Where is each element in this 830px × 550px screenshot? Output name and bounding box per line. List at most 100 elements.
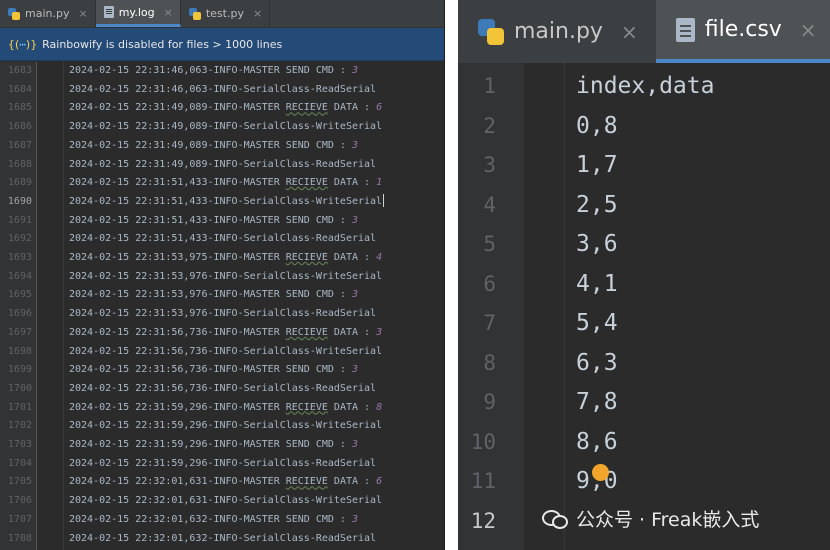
log-line[interactable]: 1701 2024-02-15 22:31:59,296-INFO-MASTER … xyxy=(0,399,444,417)
line-number: 1690 xyxy=(7,195,32,207)
editor-tab-bar: main.py × file.csv × xyxy=(458,0,830,63)
log-text: 2024-02-15 22:31:49,089-INFO-MASTER xyxy=(69,102,286,114)
log-text: 2024-02-15 22:31:53,975-INFO-MASTER xyxy=(69,252,286,263)
log-text: 2024-02-15 22:32:01,631-INFO-SerialClass… xyxy=(69,495,383,507)
tab-label: main.py xyxy=(514,19,603,44)
log-line[interactable]: 1697 2024-02-15 22:31:56,736-INFO-MASTER … xyxy=(0,324,444,342)
line-number: 1686 xyxy=(7,121,32,133)
log-text: 2024-02-15 22:32:01,631-INFO-MASTER xyxy=(69,476,286,488)
csv-line-text: 2,5 xyxy=(576,191,618,218)
log-line[interactable]: 1694 2024-02-15 22:31:53,976-INFO-SerialC… xyxy=(0,268,444,286)
line-number: 9 xyxy=(483,390,496,414)
csv-line-text: 8,6 xyxy=(576,428,618,455)
csv-line-text: 5,4 xyxy=(576,310,618,336)
csv-line[interactable]: 5 3,6 xyxy=(458,225,830,265)
log-line-text: 2024-02-15 22:31:56,736-INFO-MASTER SEND… xyxy=(69,361,358,379)
line-number: 1705 xyxy=(7,476,32,488)
typo-highlight: RECIEVE xyxy=(285,476,328,488)
line-number: 1687 xyxy=(7,139,32,151)
log-text: 2024-02-15 22:31:49,089-INFO-MASTER SEND… xyxy=(69,139,352,151)
log-text: DATA : xyxy=(327,326,377,338)
log-line[interactable]: 1689 2024-02-15 22:31:51,433-INFO-MASTER … xyxy=(0,174,444,192)
csv-line[interactable]: 8 6,3 xyxy=(458,344,830,384)
log-line[interactable]: 1700 2024-02-15 22:31:56,736-INFO-SerialC… xyxy=(0,380,444,398)
close-icon[interactable]: × xyxy=(78,7,87,20)
line-number: 1699 xyxy=(7,364,32,376)
line-number: 1703 xyxy=(7,439,32,450)
log-line[interactable]: 1702 2024-02-15 22:31:59,296-INFO-SerialC… xyxy=(0,417,444,435)
tab-main-py[interactable]: main.py × xyxy=(0,0,96,27)
line-number: 1 xyxy=(483,74,496,98)
tab-my-log[interactable]: my.log × xyxy=(95,0,181,27)
log-line[interactable]: 1699 2024-02-15 22:31:56,736-INFO-MASTER … xyxy=(0,361,444,379)
log-line[interactable]: 1692 2024-02-15 22:31:51,433-INFO-SerialC… xyxy=(0,230,444,248)
csv-line[interactable]: 6 4,1 xyxy=(458,265,830,305)
tab-label: my.log xyxy=(118,5,155,19)
tab-file-csv[interactable]: file.csv × xyxy=(655,0,830,63)
log-line-text: 2024-02-15 22:31:59,296-INFO-SerialClass… xyxy=(69,417,382,435)
tab-main-py[interactable]: main.py × xyxy=(458,0,656,63)
close-icon[interactable]: × xyxy=(621,20,638,44)
log-line[interactable]: 1684 2024-02-15 22:31:46,063-INFO-SerialC… xyxy=(0,81,444,99)
log-editor-pane: main.py × my.log × test.py × {(⋯)} Rainb… xyxy=(0,0,445,550)
line-number: 1691 xyxy=(7,214,32,226)
csv-line[interactable]: 2 0,8 xyxy=(458,107,830,147)
csv-line[interactable]: 7 5,4 xyxy=(458,304,830,344)
typo-highlight: RECIEVE xyxy=(285,102,328,114)
line-number: 1697 xyxy=(7,326,32,338)
log-line[interactable]: 1705 2024-02-15 22:32:01,631-INFO-MASTER … xyxy=(0,473,444,491)
editor-tab-bar: main.py × my.log × test.py × xyxy=(0,0,444,28)
log-line[interactable]: 1703 2024-02-15 22:31:59,296-INFO-MASTER … xyxy=(0,436,444,454)
log-text: 2024-02-15 22:31:51,433-INFO-MASTER SEND… xyxy=(69,214,352,226)
line-number: 5 xyxy=(483,232,496,256)
csv-editor-area[interactable]: 1 index,data 2 0,8 3 1,7 4 2,5 5 3,6 6 4,1 7 5,4 8 6,3 9… xyxy=(458,63,830,550)
line-number: 1701 xyxy=(7,401,32,413)
csv-line[interactable]: 10 8,6 xyxy=(458,423,830,463)
log-line[interactable]: 1698 2024-02-15 22:31:56,736-INFO-SerialC… xyxy=(0,343,444,361)
log-line[interactable]: 1691 2024-02-15 22:31:51,433-INFO-MASTER … xyxy=(0,212,444,230)
log-line[interactable]: 1690 2024-02-15 22:31:51,433-INFO-SerialC… xyxy=(0,193,444,211)
log-line[interactable]: 1685 2024-02-15 22:31:49,089-INFO-MASTER … xyxy=(0,99,444,117)
close-icon[interactable]: × xyxy=(253,7,262,20)
log-line-text: 2024-02-15 22:31:49,089-INFO-SerialClass… xyxy=(69,118,382,136)
close-icon[interactable]: × xyxy=(164,6,173,19)
csv-line[interactable]: 9 7,8 xyxy=(458,383,830,423)
csv-line[interactable]: 1 index,data xyxy=(458,67,830,107)
log-text: 2024-02-15 22:31:56,736-INFO-MASTER xyxy=(69,326,286,338)
line-number: 7 xyxy=(483,311,496,335)
log-line[interactable]: 1704 2024-02-15 22:31:59,296-INFO-SerialC… xyxy=(0,455,444,473)
typo-highlight: RECIEVE xyxy=(285,326,328,338)
log-text: 2024-02-15 22:31:46,063-INFO-MASTER SEND… xyxy=(69,65,352,76)
log-text: DATA : xyxy=(327,476,377,488)
log-line[interactable]: 1693 2024-02-15 22:31:53,975-INFO-MASTER … xyxy=(0,249,444,267)
close-icon[interactable]: × xyxy=(800,18,817,42)
log-line[interactable]: 1686 2024-02-15 22:31:49,089-INFO-SerialC… xyxy=(0,118,444,136)
line-number: 11 xyxy=(470,469,496,493)
log-line[interactable]: 1695 2024-02-15 22:31:53,976-INFO-MASTER … xyxy=(0,286,444,304)
log-line-text: 2024-02-15 22:31:53,976-INFO-SerialClass… xyxy=(69,305,376,323)
lightbulb-icon[interactable] xyxy=(592,464,609,481)
csv-line[interactable]: 3 1,7 xyxy=(458,146,830,186)
log-line-text: 2024-02-15 22:31:49,089-INFO-MASTER RECI… xyxy=(69,99,382,117)
log-line[interactable]: 1706 2024-02-15 22:32:01,631-INFO-SerialC… xyxy=(0,492,444,510)
log-line[interactable]: 1683 2024-02-15 22:31:46,063-INFO-MASTER … xyxy=(0,62,444,80)
line-number: 4 xyxy=(483,192,496,217)
line-number: 1700 xyxy=(7,382,32,394)
tab-test-py[interactable]: test.py × xyxy=(181,0,271,27)
log-editor-area[interactable]: 1683 2024-02-15 22:31:46,063-INFO-MASTER … xyxy=(0,62,444,550)
log-line-text: 2024-02-15 22:31:46,063-INFO-MASTER SEND… xyxy=(69,62,358,80)
log-line[interactable]: 1708 2024-02-15 22:32:01,632-INFO-SerialC… xyxy=(0,530,444,548)
csv-line[interactable]: 4 2,5 xyxy=(458,186,830,226)
line-number: 1692 xyxy=(7,233,32,245)
log-line-text: 2024-02-15 22:32:01,632-INFO-MASTER SEND… xyxy=(69,511,358,529)
log-value: 3 xyxy=(351,65,358,76)
log-line[interactable]: 1687 2024-02-15 22:31:49,089-INFO-MASTER … xyxy=(0,137,444,155)
log-value: 3 xyxy=(351,139,358,151)
log-text: 2024-02-15 22:31:51,433-INFO-SerialClass… xyxy=(69,195,383,207)
log-text: 2024-02-15 22:31:53,976-INFO-MASTER SEND… xyxy=(69,289,352,301)
log-line[interactable]: 1688 2024-02-15 22:31:49,089-INFO-SerialC… xyxy=(0,156,444,174)
line-number: 8 xyxy=(483,350,496,375)
log-line[interactable]: 1707 2024-02-15 22:32:01,632-INFO-MASTER … xyxy=(0,511,444,529)
log-line[interactable]: 1696 2024-02-15 22:31:53,976-INFO-SerialC… xyxy=(0,305,444,323)
csv-line[interactable]: 11 9,0 xyxy=(458,462,830,502)
